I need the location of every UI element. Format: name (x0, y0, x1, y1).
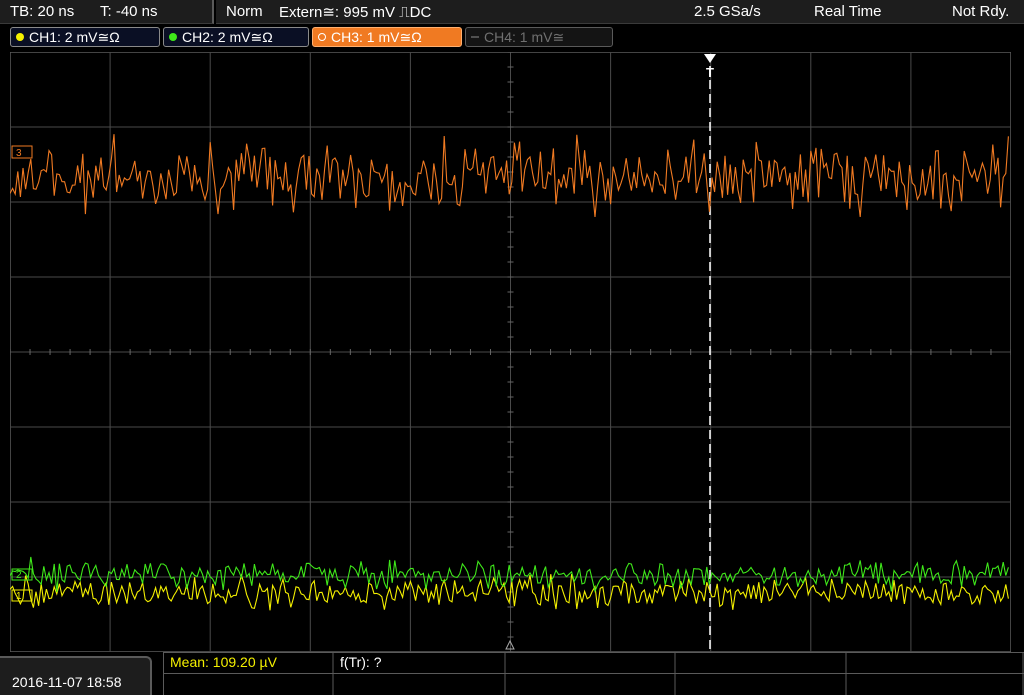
channel-4-label: CH4: 1 mV≅ (484, 29, 565, 45)
channel-3-button[interactable]: CH3: 1 mV≅Ω (312, 27, 462, 47)
channel-3-indicator-icon (318, 33, 326, 41)
ftr-measurement[interactable]: f(Tr): ? (340, 654, 381, 670)
mean-measurement[interactable]: Mean: 109.20 µV (170, 654, 277, 670)
waveform-display[interactable]: T 3 2 1 (10, 52, 1011, 652)
channel-2-label: CH2: 2 mV≅Ω (182, 29, 273, 45)
channel-2-marker-label: 2 (16, 570, 22, 581)
channel-1-button[interactable]: CH1: 2 mV≅Ω (10, 27, 160, 47)
top-status-bar: TB: 20 ns T: -40 ns Norm Extern≅: 995 mV… (0, 0, 1024, 24)
channel-1-indicator-icon (16, 33, 24, 41)
timebase-label[interactable]: TB: 20 ns (10, 3, 74, 20)
acquisition-status-panel: Norm Extern≅: 995 mV ⎍DC 2.5 GSa/s Real … (216, 0, 1024, 24)
acquisition-mode-label: Real Time (814, 3, 882, 20)
trigger-source-label[interactable]: Extern≅: 995 mV ⎍DC (279, 3, 431, 21)
trigger-marker-label: T (706, 65, 714, 80)
channel-4-indicator-icon (471, 36, 479, 38)
channel-4-button[interactable]: CH4: 1 mV≅ (465, 27, 613, 47)
channel-1-label: CH1: 2 mV≅Ω (29, 29, 120, 45)
sample-rate-label: 2.5 GSa/s (694, 3, 761, 20)
status-label: Not Rdy. (952, 3, 1010, 20)
channel-2-button[interactable]: CH2: 2 mV≅Ω (163, 27, 309, 47)
datetime-panel: 2016-11-07 18:58 (0, 656, 152, 695)
channel-2-indicator-icon (169, 33, 177, 41)
channel-3-label: CH3: 1 mV≅Ω (331, 29, 422, 45)
trigger-mode-label[interactable]: Norm (226, 3, 263, 20)
timebase-panel[interactable]: TB: 20 ns T: -40 ns (0, 0, 214, 24)
datetime-label: 2016-11-07 18:58 (12, 674, 122, 690)
channel-1-marker-label: 1 (16, 591, 22, 602)
channel-3-marker-label: 3 (16, 148, 22, 159)
measurement-panel (163, 652, 1024, 695)
trigger-time-label[interactable]: T: -40 ns (100, 3, 158, 20)
